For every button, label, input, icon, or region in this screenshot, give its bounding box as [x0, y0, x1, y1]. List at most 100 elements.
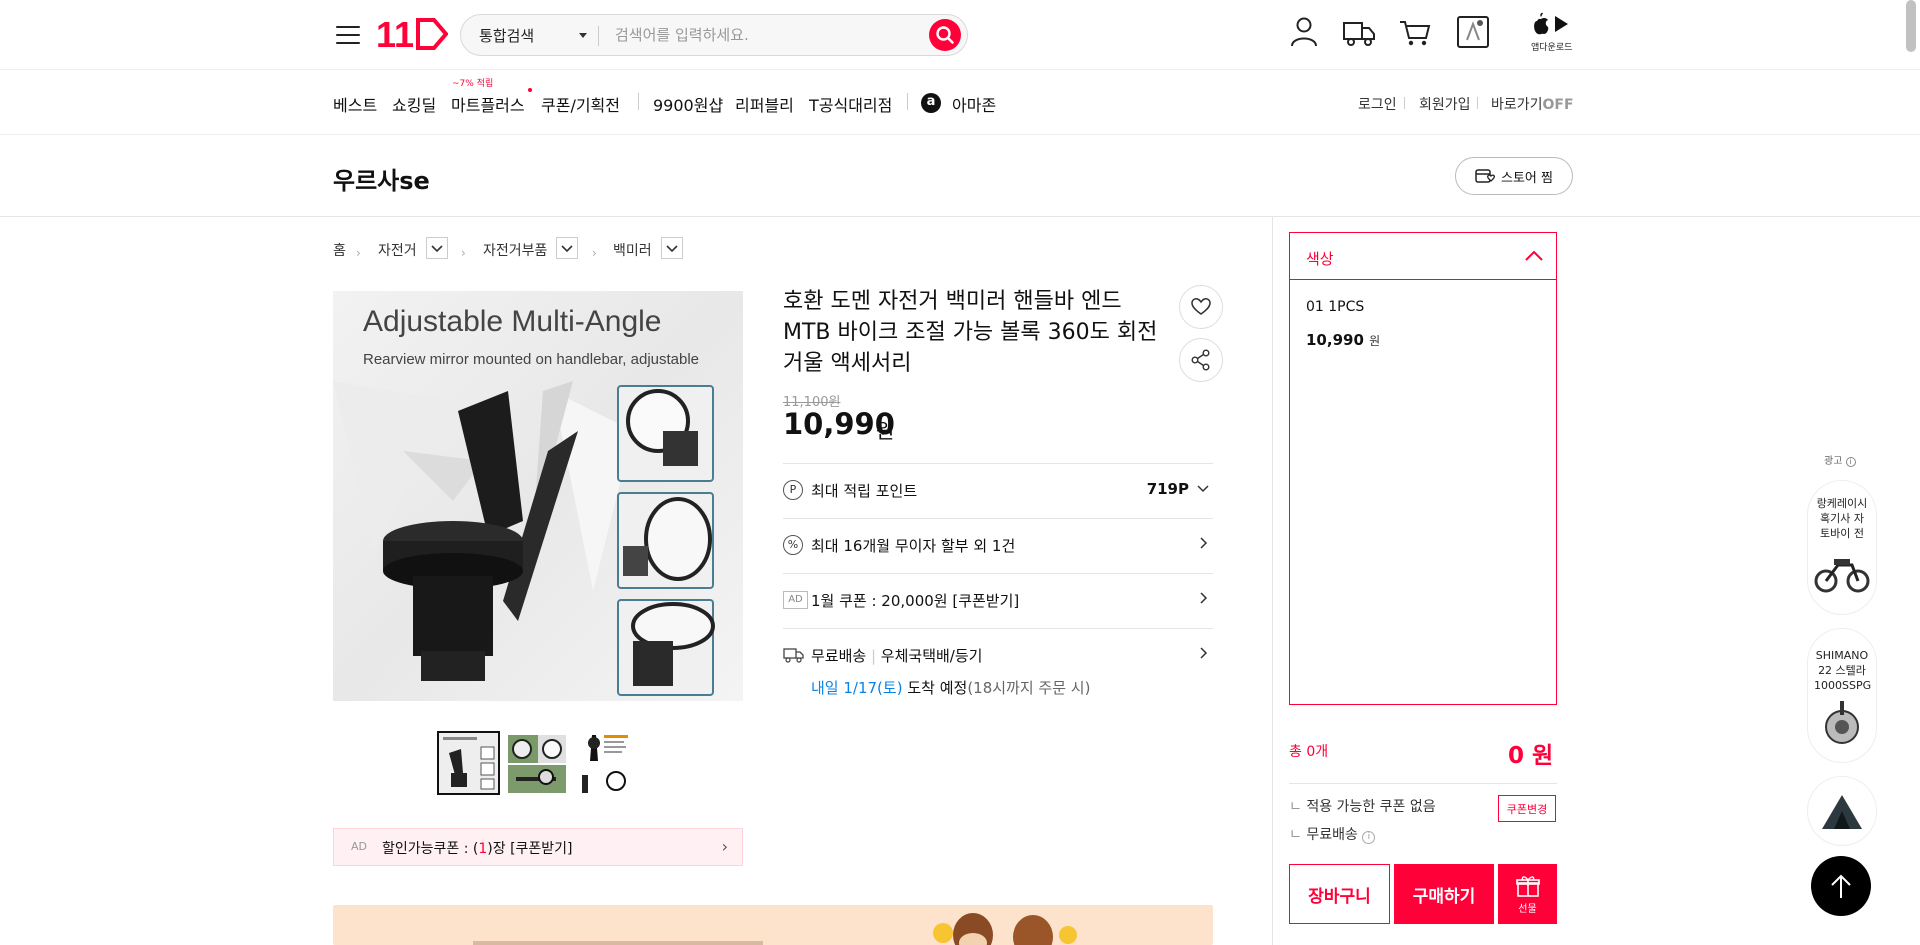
points-row[interactable]: P 최대 적립 포인트 719P: [783, 463, 1213, 518]
chevron-down-icon: [1197, 485, 1209, 493]
gift-label: 선물: [1518, 903, 1537, 915]
side-ad-tent[interactable]: [1807, 776, 1877, 846]
chevron-right-icon: ›: [356, 246, 361, 260]
monthly-coupon-label: 1월 쿠폰 : 20,000원 [쿠폰받기]: [811, 592, 1020, 610]
divider: [598, 26, 599, 46]
search-input[interactable]: [615, 21, 915, 49]
monthly-coupon-row[interactable]: AD 1월 쿠폰 : 20,000원 [쿠폰받기]: [783, 573, 1213, 628]
truck-icon: [783, 648, 804, 663]
search-button[interactable]: [929, 19, 961, 51]
signup-link[interactable]: 회원가입: [1419, 94, 1471, 114]
share-icon: [1191, 349, 1210, 371]
discount-coupon-bar[interactable]: AD 할인가능쿠폰 : (1)장 [쿠폰받기] ›: [333, 828, 743, 866]
mart-plus-badge: ~7% 적립: [452, 79, 494, 89]
nav-item-refurbly[interactable]: 리퍼블리: [735, 92, 794, 116]
gift-button[interactable]: 선물: [1498, 864, 1557, 924]
info-icon[interactable]: i: [1362, 831, 1376, 844]
heart-icon: [1191, 298, 1211, 315]
nav-item-shocking-deal[interactable]: 쇼킹딜: [392, 92, 436, 116]
breadcrumb-home[interactable]: 홈: [333, 240, 346, 260]
ad-tag: AD: [783, 591, 808, 609]
option-item-name[interactable]: 01 1PCS: [1306, 299, 1364, 315]
breadcrumb-mirror[interactable]: 백미러: [613, 240, 652, 260]
product-main-image[interactable]: Adjustable Multi-Angle Rearview mirror m…: [333, 291, 743, 701]
motorbike-image: [1814, 559, 1870, 593]
svg-text:11: 11: [376, 14, 414, 54]
add-to-cart-button[interactable]: 장바구니: [1289, 864, 1390, 924]
chevron-down-icon: [666, 245, 678, 253]
total-count: 총 0개: [1289, 744, 1329, 760]
option-item-price[interactable]: 10,990 원: [1306, 331, 1380, 349]
nav-item-coupon[interactable]: 쿠폰/기획전: [541, 92, 620, 116]
chevron-down-icon: [431, 245, 443, 253]
amazon-icon[interactable]: a: [921, 93, 941, 113]
app-download-icon[interactable]: [1531, 12, 1575, 38]
logo[interactable]: 11: [376, 14, 449, 55]
store-favorite-label: 스토어 찜: [1501, 170, 1553, 186]
arrival-note: (18시까지 주문 시): [967, 679, 1091, 697]
search-icon: [936, 26, 954, 44]
side-ad-text: 랑케레이시 혹기사 자 토바이 전: [1816, 497, 1868, 540]
recent-items-icon[interactable]: [1455, 14, 1491, 50]
nav-item-amazon[interactable]: 아마존: [952, 92, 996, 116]
user-icon[interactable]: [1286, 14, 1322, 50]
delivery-truck-icon[interactable]: [1341, 14, 1377, 50]
nav-item-mart-plus[interactable]: 마트플러스: [451, 92, 525, 116]
nav-item-best[interactable]: 베스트: [333, 92, 377, 116]
side-ad-shimano[interactable]: SHIMANO 22 스텔라 1000SSPG: [1807, 628, 1877, 763]
thumbnail[interactable]: [506, 731, 569, 795]
coupon-change-button[interactable]: 쿠폰변경: [1498, 795, 1556, 822]
breadcrumb-bicycle[interactable]: 자전거: [378, 240, 417, 260]
breadcrumb-dropdown[interactable]: [426, 237, 448, 259]
chevron-right-icon: ›: [721, 837, 728, 856]
scrollbar[interactable]: [1906, 0, 1916, 52]
shipping-note-text: 무료배송: [1306, 827, 1358, 843]
breadcrumb-dropdown[interactable]: [661, 237, 683, 259]
app-download-label[interactable]: 앱다운로드: [1531, 40, 1572, 53]
option-label: 색상: [1306, 250, 1334, 268]
side-ad-text: SHIMANO 22 스텔라 1000SSPG: [1814, 649, 1872, 692]
coupon-count: 1: [478, 841, 488, 857]
search-category-select[interactable]: 통합검색: [479, 25, 534, 46]
chevron-up-icon: [1525, 250, 1543, 261]
scroll-to-top-button[interactable]: [1811, 856, 1871, 916]
coupon-bar-text: 할인가능쿠폰 : (1)장 [쿠폰받기]: [382, 838, 573, 858]
login-link[interactable]: 로그인: [1358, 94, 1397, 114]
arrival-date: 내일 1/17(토): [811, 679, 903, 697]
image-overlay-subtitle: Rearview mirror mounted on handlebar, ad…: [363, 351, 700, 368]
buy-now-button[interactable]: 구매하기: [1394, 864, 1494, 924]
total-price: 0 원: [1508, 743, 1554, 769]
side-ad-label: 광고 i: [1824, 452, 1856, 467]
option-panel: 색상 01 1PCS 10,990 원: [1289, 232, 1557, 705]
tent-image: [1822, 795, 1862, 829]
option-header[interactable]: 색상: [1290, 233, 1556, 280]
divider: [907, 93, 908, 110]
store-favorite-button[interactable]: 스토어 찜: [1455, 157, 1573, 195]
thumbnail[interactable]: [572, 731, 635, 795]
menu-icon[interactable]: [333, 20, 363, 50]
info-icon[interactable]: i: [1845, 457, 1856, 467]
share-button[interactable]: [1179, 338, 1223, 382]
thumbnail[interactable]: [437, 731, 500, 795]
side-ad-motorbike[interactable]: 랑케레이시 혹기사 자 토바이 전: [1807, 480, 1877, 615]
divider: [1289, 783, 1557, 784]
nav-item-9900[interactable]: 9900원샵: [653, 92, 723, 116]
store-name[interactable]: 우르사se: [333, 161, 430, 196]
breadcrumb-bicycle-parts[interactable]: 자전거부품: [483, 240, 547, 260]
store-heart-icon: [1475, 169, 1495, 183]
chevron-down-icon: [561, 245, 573, 253]
chevron-down-icon[interactable]: [579, 33, 587, 38]
breadcrumb-dropdown[interactable]: [556, 237, 578, 259]
shipping-note: ㄴ 무료배송 i: [1289, 824, 1376, 844]
arrival-text: 도착 예정: [902, 679, 968, 697]
shipping-method: 우체국택배/등기: [880, 647, 983, 665]
promo-banner[interactable]: [333, 905, 1213, 945]
shortcut-toggle[interactable]: 바로가기OFF: [1491, 94, 1574, 114]
option-item-unit: 원: [1369, 334, 1381, 348]
cart-icon[interactable]: [1397, 14, 1433, 50]
nav-item-t-official[interactable]: T공식대리점: [809, 92, 892, 116]
installment-row[interactable]: % 최대 16개월 무이자 할부 외 1건: [783, 518, 1213, 573]
gift-icon: [1515, 875, 1540, 897]
installment-label: 최대 16개월 무이자 할부 외 1건: [811, 537, 1016, 555]
wishlist-button[interactable]: [1179, 285, 1223, 329]
